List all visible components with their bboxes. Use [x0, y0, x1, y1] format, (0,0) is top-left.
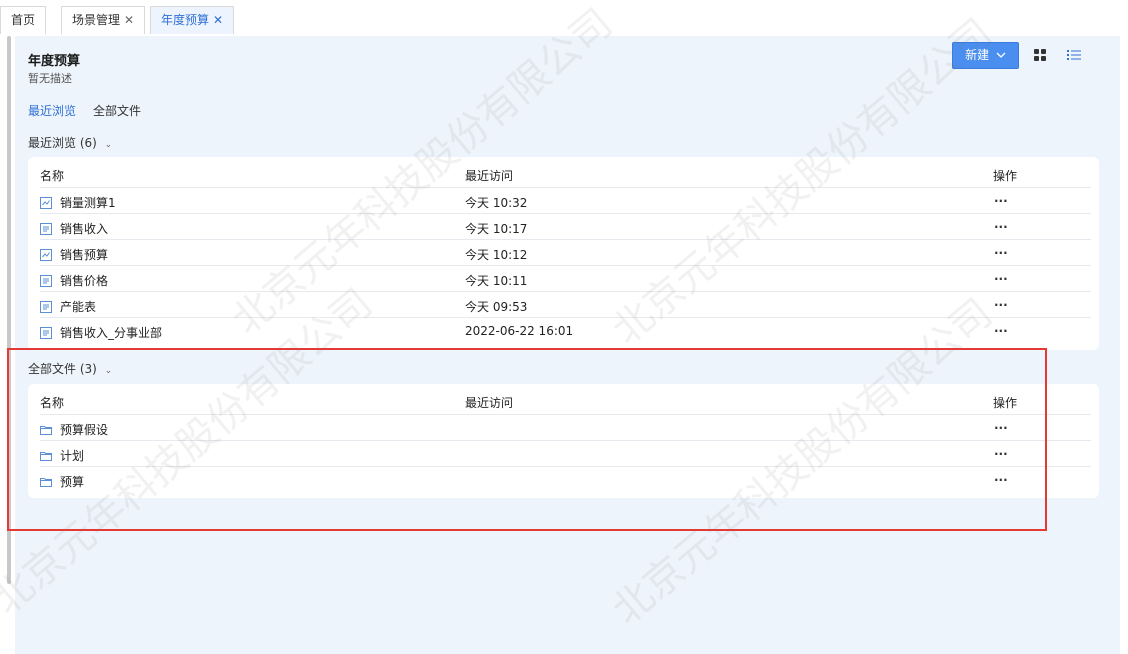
- form-icon: [40, 327, 52, 339]
- table-header: 名称 最近访问 操作: [40, 396, 1018, 410]
- table-row[interactable]: 计划 ···: [40, 440, 1091, 466]
- main-panel: 年度预算 暂无描述 新建 最近浏览 全部文件 最近浏览 (6) ⌄ 名称 最近访…: [15, 36, 1120, 654]
- subtab-recent[interactable]: 最近浏览: [28, 102, 76, 119]
- grid-view-icon[interactable]: [1033, 48, 1047, 62]
- table-header: 名称 最近访问 操作: [40, 169, 1018, 183]
- form-icon: [40, 223, 52, 235]
- recent-table: 名称 最近访问 操作 销量测算1 今天 10:32 ··· 销售收入 今天 10…: [28, 157, 1099, 350]
- scrollbar[interactable]: [7, 36, 11, 584]
- recent-section-header[interactable]: 最近浏览 (6) ⌄: [28, 134, 112, 151]
- table-row[interactable]: 销售预算 今天 10:12 ···: [40, 239, 1091, 265]
- close-icon[interactable]: ✕: [124, 13, 134, 27]
- chart-icon: [40, 249, 52, 261]
- new-button[interactable]: 新建: [952, 42, 1019, 69]
- form-icon: [40, 301, 52, 313]
- tab-home[interactable]: 首页: [0, 6, 47, 34]
- all-files-section-header[interactable]: 全部文件 (3) ⌄: [28, 360, 112, 377]
- tab-bar: 首页 场景管理 ✕ 年度预算 ✕: [0, 0, 1128, 36]
- table-row[interactable]: 产能表 今天 09:53 ···: [40, 291, 1091, 317]
- more-actions-button[interactable]: ···: [994, 421, 1008, 435]
- form-icon: [40, 275, 52, 287]
- table-row[interactable]: 销售价格 今天 10:11 ···: [40, 265, 1091, 291]
- chevron-down-icon: [996, 52, 1006, 58]
- more-actions-button[interactable]: ···: [994, 298, 1008, 312]
- close-icon[interactable]: ✕: [213, 13, 223, 27]
- table-row[interactable]: 销量测算1 今天 10:32 ···: [40, 187, 1091, 213]
- more-actions-button[interactable]: ···: [994, 447, 1008, 461]
- more-actions-button[interactable]: ···: [994, 220, 1008, 234]
- folder-icon: [40, 426, 52, 435]
- folder-icon: [40, 478, 52, 487]
- list-view-icon[interactable]: [1066, 48, 1082, 62]
- table-row[interactable]: 销售收入 今天 10:17 ···: [40, 213, 1091, 239]
- page-description: 暂无描述: [28, 72, 72, 85]
- more-actions-button[interactable]: ···: [994, 246, 1008, 260]
- more-actions-button[interactable]: ···: [994, 272, 1008, 286]
- folder-icon: [40, 452, 52, 461]
- subtab-all-files[interactable]: 全部文件: [93, 102, 141, 119]
- more-actions-button[interactable]: ···: [994, 473, 1008, 487]
- chevron-down-icon: ⌄: [104, 140, 113, 150]
- table-row[interactable]: 预算假设 ···: [40, 414, 1091, 440]
- tab-annual-budget[interactable]: 年度预算 ✕: [150, 6, 235, 34]
- more-actions-button[interactable]: ···: [994, 324, 1008, 338]
- all-files-table: 名称 最近访问 操作 预算假设 ··· 计划 ··· 预算 ···: [28, 384, 1099, 498]
- chevron-down-icon: ⌄: [104, 366, 113, 376]
- page-title: 年度预算: [28, 54, 81, 69]
- tab-scene-management[interactable]: 场景管理 ✕: [61, 6, 146, 34]
- table-row[interactable]: 销售收入_分事业部 2022-06-22 16:01 ···: [40, 317, 1091, 343]
- more-actions-button[interactable]: ···: [994, 194, 1008, 208]
- table-row[interactable]: 预算 ···: [40, 466, 1091, 492]
- chart-icon: [40, 197, 52, 209]
